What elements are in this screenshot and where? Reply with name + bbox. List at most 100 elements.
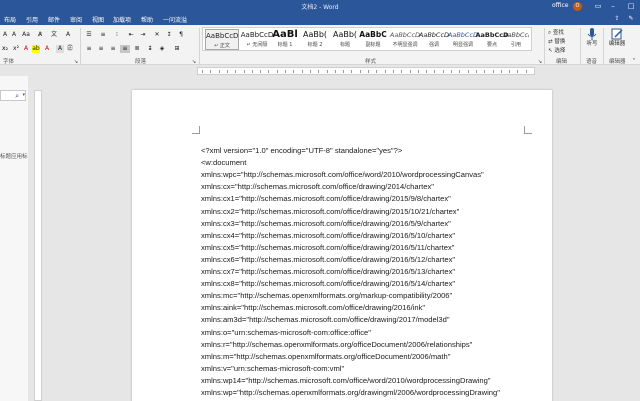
style-normal[interactable]: AaBbCcD ↵ 正文 [205, 29, 239, 50]
shading-icon[interactable]: ◈ [157, 45, 167, 53]
editor-button[interactable]: 编辑器 [606, 27, 628, 48]
document-line[interactable]: xmlns:m="http://schemas.openxmlformats.o… [201, 352, 450, 361]
multilevel-list-icon[interactable]: ⁝ [112, 31, 122, 39]
document-line[interactable]: xmlns:cx="http://schemas.microsoft.com/o… [201, 182, 434, 191]
enclose-characters-icon[interactable]: ㊣ [66, 45, 74, 53]
replace-button[interactable]: ⇄ 替换 [548, 37, 565, 45]
minimize-icon[interactable]: – [606, 1, 620, 12]
font-size-increase-icon[interactable]: A [10, 31, 18, 39]
document-line[interactable]: xmlns:cx4="http://schemas.microsoft.com/… [201, 231, 455, 240]
tab-addins[interactable]: 加载项 [113, 15, 131, 24]
tab-references[interactable]: 引用 [26, 15, 38, 24]
phonetic-guide-icon[interactable]: 文 [50, 31, 58, 39]
tab-view[interactable]: 视图 [92, 15, 104, 24]
chinese-layout-icon[interactable]: ✕ [152, 31, 162, 39]
document-line[interactable]: xmlns:cx1="http://schemas.microsoft.com/… [201, 194, 451, 203]
show-marks-icon[interactable]: ¶ [176, 31, 186, 39]
style-no-spacing[interactable]: AaBbCcD ↵ 无间隔 [240, 29, 274, 50]
tab-layout[interactable]: 布局 [4, 15, 16, 24]
paragraph-dialog-launcher-icon[interactable]: ↘ [191, 58, 197, 66]
dictate-button[interactable]: 听写 [583, 27, 601, 48]
style-preview: AaBb( [332, 30, 358, 39]
character-border-icon[interactable]: A [64, 31, 72, 39]
ruler-track[interactable] [197, 67, 535, 75]
text-effects-icon[interactable]: A [22, 45, 30, 53]
superscript-icon[interactable]: x² [12, 45, 20, 53]
select-button[interactable]: ↖ 选择 [548, 46, 565, 54]
highlight-icon[interactable]: ab [32, 45, 40, 53]
document-line[interactable]: xmlns:cx5="http://schemas.microsoft.com/… [201, 243, 455, 252]
tab-review[interactable]: 审阅 [70, 15, 82, 24]
style-preview: AaBbCcD [240, 31, 274, 39]
document-line[interactable]: xmlns:r="http://schemas.openxmlformats.o… [201, 340, 472, 349]
font-dialog-launcher-icon[interactable]: ↘ [73, 58, 79, 66]
font-color-icon[interactable]: A [43, 45, 51, 53]
bullets-icon[interactable]: ☰ [84, 31, 94, 39]
styles-dialog-launcher-icon[interactable]: ↘ [537, 58, 543, 66]
navigation-search-input[interactable]: ⌕ ▾ [0, 90, 26, 101]
editor-label: 编辑器 [608, 41, 626, 47]
style-preview: AaBbC [359, 30, 387, 39]
line-spacing-icon[interactable]: ↨ [145, 45, 155, 53]
document-line[interactable]: xmlns:mc="http://schemas.openxmlformats.… [201, 291, 452, 300]
find-button[interactable]: ⌕ 查找 [548, 28, 564, 37]
chevron-down-icon[interactable]: ▾ [22, 92, 25, 98]
crop-mark-top-right [524, 126, 532, 134]
avatar[interactable]: O [573, 2, 582, 11]
collapse-ribbon-icon[interactable]: ˄ [630, 58, 638, 66]
editor-icon [611, 28, 623, 40]
document-line[interactable]: xmlns:o="urn:schemas-microsoft-com:offic… [201, 328, 371, 337]
clear-formatting-icon[interactable]: A̷ [36, 31, 44, 39]
style-title[interactable]: AaBb( 标题 [330, 29, 360, 50]
align-right-icon[interactable]: ≡ [108, 45, 118, 53]
document-line[interactable]: xmlns:cx3="http://schemas.microsoft.com/… [201, 219, 451, 228]
justify-icon[interactable]: ≡ [120, 45, 130, 53]
document-line[interactable]: xmlns:aink="http://schemas.microsoft.com… [201, 303, 425, 312]
search-icon[interactable]: ⌕ [15, 92, 19, 101]
character-shading-icon[interactable]: A [56, 45, 64, 53]
increase-indent-icon[interactable]: ⇥ [138, 31, 148, 39]
align-left-icon[interactable]: ≡ [84, 45, 94, 53]
document-line[interactable]: xmlns:am3d="http://schemas.microsoft.com… [201, 315, 450, 324]
document-line[interactable]: xmlns:wp14="http://schemas.microsoft.com… [201, 376, 491, 385]
subscript-icon[interactable]: x₂ [1, 45, 9, 53]
group-label-font: 字体 [3, 59, 15, 65]
font-size-decrease-icon[interactable]: A [1, 31, 9, 39]
tab-mailings[interactable]: 邮件 [48, 15, 60, 24]
ruler-tick [202, 70, 203, 73]
comment-icon[interactable]: ✎ [626, 14, 636, 24]
style-heading-1[interactable]: AaBl 标题 1 [270, 29, 300, 50]
style-subtitle[interactable]: AaBbC 副标题 [358, 29, 388, 50]
ruler-tick [343, 70, 345, 73]
document-page[interactable]: <?xml version="1.0" encoding="UTF-8" sta… [132, 90, 552, 401]
ribbon-display-options-icon[interactable]: ▭ [591, 1, 605, 12]
find-label: 查找 [552, 30, 564, 36]
style-quote[interactable]: AaBbCcD 引用 [503, 29, 529, 50]
share-icon[interactable]: ⇪ [612, 14, 622, 24]
decrease-indent-icon[interactable]: ⇤ [126, 31, 136, 39]
style-heading-2[interactable]: AaBb( 标题 2 [300, 29, 330, 50]
account-name[interactable]: office [552, 2, 568, 9]
change-case-icon[interactable]: Aa [22, 31, 30, 39]
ruler-tick [376, 70, 378, 73]
document-line[interactable]: <w:document [201, 158, 246, 167]
document-line[interactable]: <?xml version="1.0" encoding="UTF-8" sta… [201, 146, 402, 155]
maximize-icon[interactable]: □ [624, 1, 638, 12]
numbering-icon[interactable]: ≡ [98, 31, 108, 39]
ruler-tick [318, 70, 320, 73]
document-line[interactable]: xmlns:cx7="http://schemas.microsoft.com/… [201, 267, 455, 276]
tab-help[interactable]: 帮助 [141, 15, 153, 24]
document-line[interactable]: xmlns:v="urn:schemas-microsoft-com:vml" [201, 364, 344, 373]
align-center-icon[interactable]: ≡ [96, 45, 106, 53]
borders-icon[interactable]: ⊞ [172, 45, 182, 53]
document-line[interactable]: xmlns:wp="http://schemas.openxmlformats.… [201, 388, 500, 397]
vertical-ruler[interactable] [34, 90, 42, 401]
distributed-icon[interactable]: ≣ [132, 45, 142, 53]
sort-icon[interactable]: ↕ [164, 31, 174, 39]
document-line[interactable]: xmlns:cx6="http://schemas.microsoft.com/… [201, 255, 455, 264]
document-line[interactable]: xmlns:cx8="http://schemas.microsoft.com/… [201, 279, 455, 288]
tab-extra[interactable]: 一问流溢 [163, 15, 187, 24]
horizontal-ruler [0, 66, 640, 76]
document-line[interactable]: xmlns:cx2="http://schemas.microsoft.com/… [201, 207, 459, 216]
document-line[interactable]: xmlns:wpc="http://schemas.microsoft.com/… [201, 170, 484, 179]
